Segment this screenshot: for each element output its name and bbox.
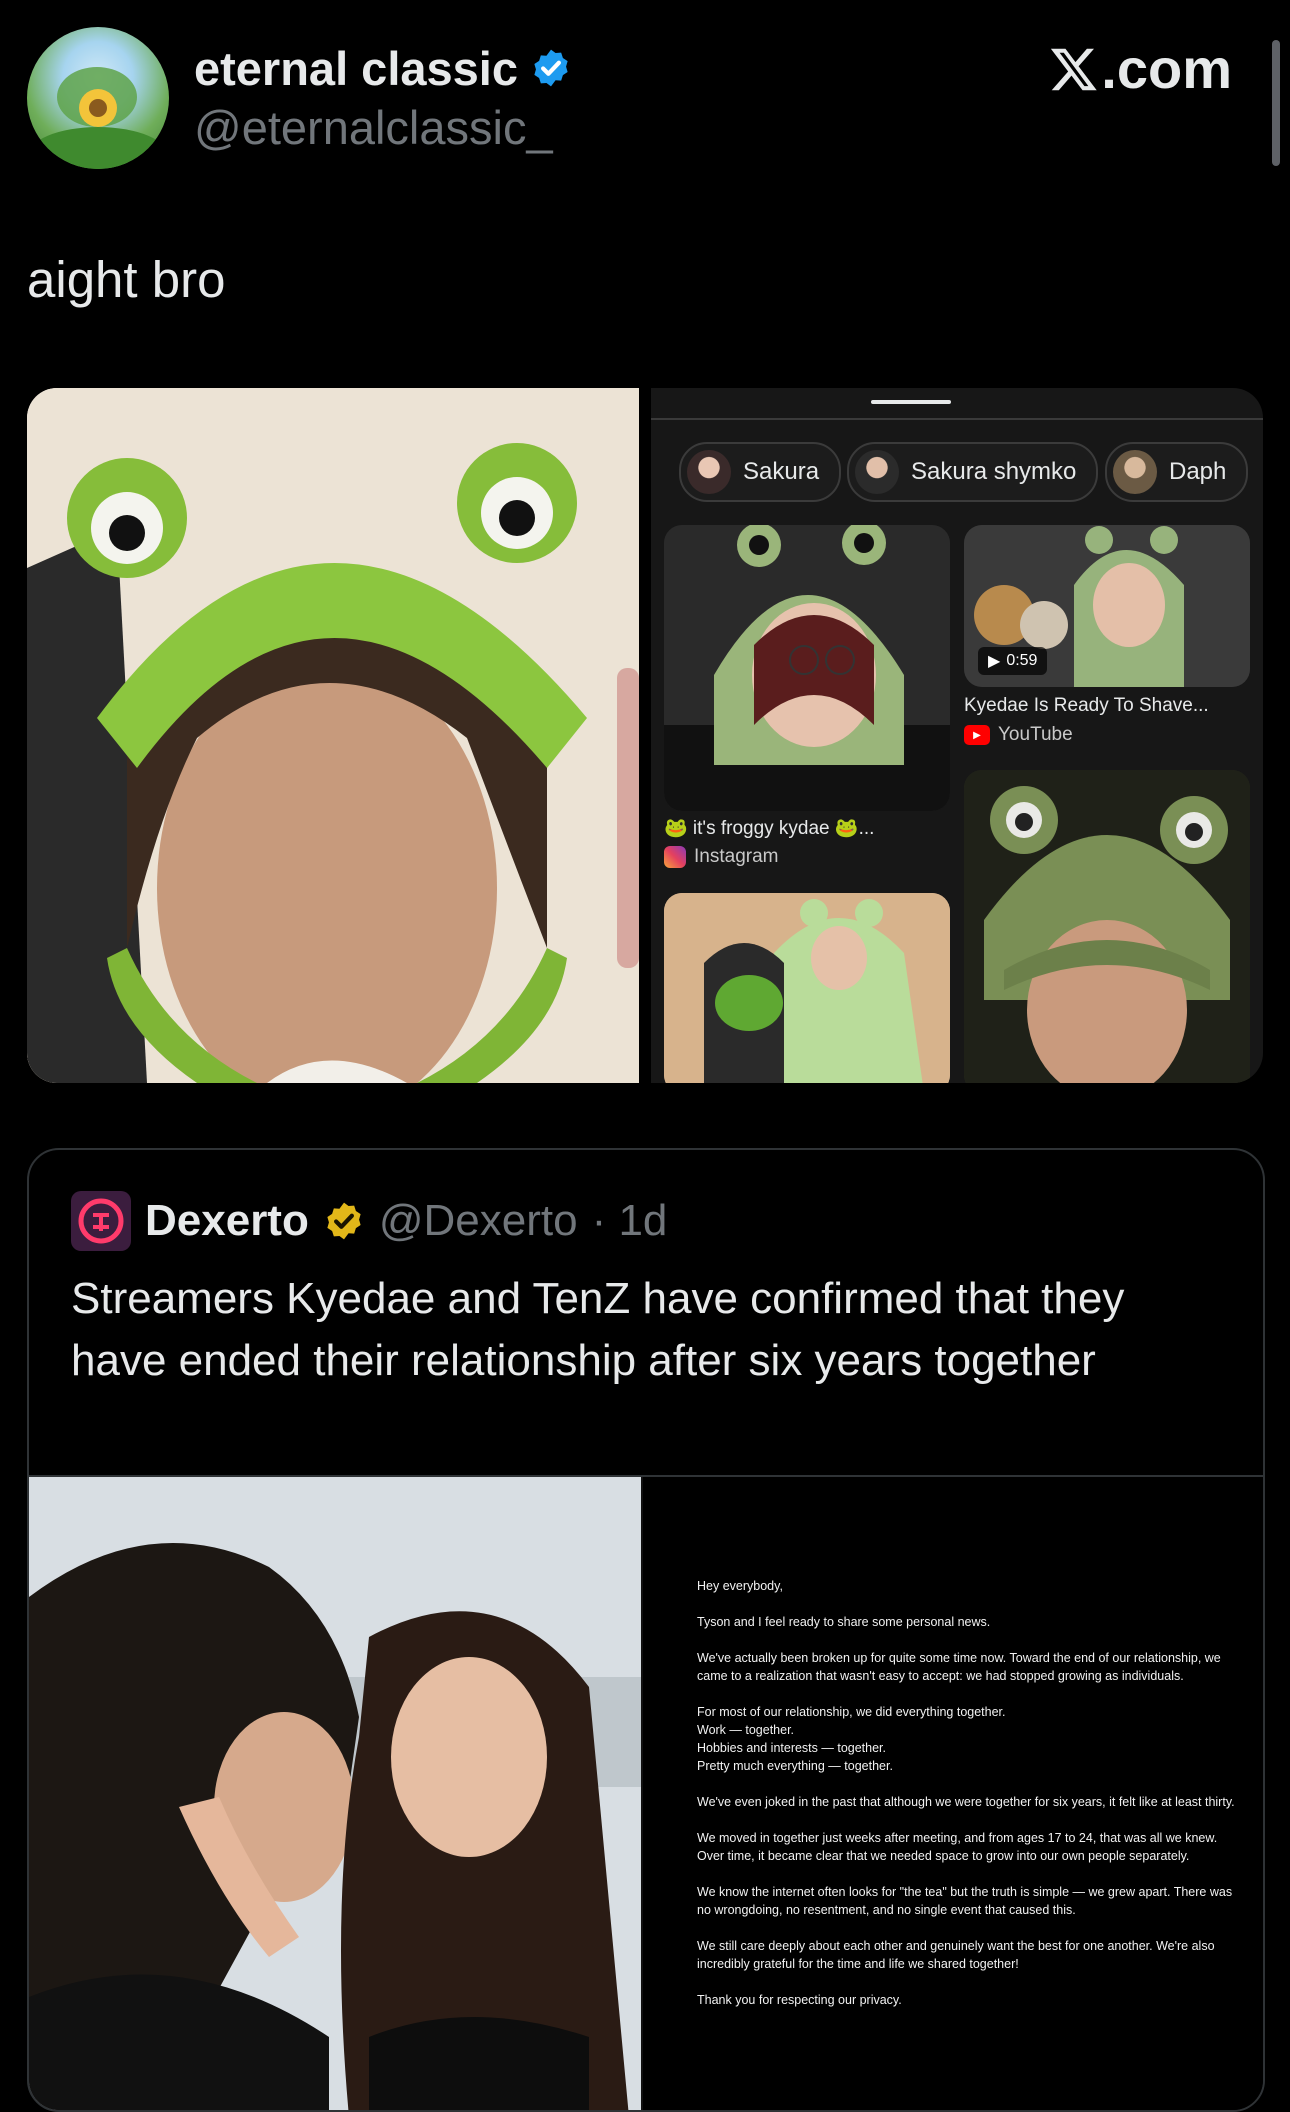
- verified-badge-blue-icon: [534, 49, 568, 87]
- youtube-icon: ▶: [964, 725, 990, 745]
- frog-bucket-hat-thumbnail: [964, 770, 1250, 1083]
- author-avatar[interactable]: [27, 27, 169, 169]
- quote-author-handle[interactable]: @Dexerto: [379, 1196, 578, 1246]
- chip-avatar: [1113, 450, 1157, 494]
- site-label-text: .com: [1101, 37, 1232, 100]
- chip-label: Sakura shymko: [911, 458, 1077, 485]
- quote-header: Dexerto @Dexerto · 1d: [71, 1190, 667, 1252]
- quote-text: Streamers Kyedae and TenZ have confirmed…: [71, 1274, 1125, 1385]
- result-tile-frog-bucket-hat[interactable]: [964, 770, 1250, 1083]
- quote-photo-statement[interactable]: Hey everybody, Tyson and I feel ready to…: [641, 1477, 1263, 2110]
- quote-timestamp[interactable]: · 1d: [592, 1196, 668, 1246]
- chip-avatar: [855, 450, 899, 494]
- scrollbar[interactable]: [1272, 40, 1280, 166]
- duration-label: 0:59: [1006, 652, 1038, 669]
- video-duration: ▶ 0:59: [978, 647, 1048, 675]
- statement-text: Hey everybody, Tyson and I feel ready to…: [697, 1579, 1235, 2007]
- author-name-row: eternal classic: [194, 40, 572, 96]
- froggy-kydae-thumbnail: [664, 525, 950, 811]
- quote-media-grid[interactable]: Hey everybody, Tyson and I feel ready to…: [29, 1475, 1263, 2110]
- tweet-photo-frog-hat[interactable]: [27, 388, 639, 1083]
- frog-hoodie-thumbnail: [664, 893, 950, 1083]
- tabs-divider: [651, 418, 1263, 420]
- result-tile-hoodie[interactable]: [664, 893, 950, 1083]
- chip-label: Sakura: [743, 458, 820, 485]
- active-tab-indicator: [871, 400, 951, 404]
- chip-daph[interactable]: Daph: [1105, 442, 1249, 502]
- quote-author-name[interactable]: Dexerto: [145, 1196, 309, 1246]
- source-label: Instagram: [694, 846, 779, 867]
- tweet-text: aight bro: [27, 251, 226, 308]
- play-icon: ▶: [988, 653, 1001, 670]
- chip-sakura-shymko[interactable]: Sakura shymko: [847, 442, 1099, 502]
- result-title-youtube[interactable]: Kyedae Is Ready To Shave...: [964, 695, 1209, 717]
- chip-sakura[interactable]: Sakura: [679, 442, 842, 502]
- source-label: YouTube: [998, 724, 1073, 745]
- verified-badge-gold-icon: [327, 1202, 361, 1240]
- instagram-icon: [664, 846, 686, 868]
- quote-photo-couple[interactable]: [29, 1477, 641, 2110]
- tweet-media-grid[interactable]: Sakura Sakura shymko Daph 🐸 it's froggy …: [27, 388, 1263, 1083]
- frog-hat-portrait-image: [27, 388, 639, 1083]
- dexerto-logo-icon[interactable]: [71, 1191, 131, 1251]
- couple-photo-image: [29, 1477, 641, 2110]
- result-title-froggy[interactable]: 🐸 it's froggy kydae 🐸...: [664, 816, 874, 840]
- site-label: .com: [1049, 36, 1232, 101]
- result-source-youtube[interactable]: ▶ YouTube: [964, 724, 1073, 746]
- result-source-instagram[interactable]: Instagram: [664, 846, 778, 868]
- chip-avatar: [687, 450, 731, 494]
- result-tile-youtube[interactable]: ▶ 0:59: [964, 525, 1250, 687]
- x-logo-icon: [1051, 48, 1098, 90]
- author-handle[interactable]: @eternalclassic_: [194, 100, 553, 155]
- result-tile-froggy[interactable]: [664, 525, 950, 811]
- author-display-name[interactable]: eternal classic: [194, 41, 518, 96]
- quote-tweet-card[interactable]: Dexerto @Dexerto · 1d Streamers Kyedae a…: [27, 1148, 1265, 2112]
- search-results-screenshot[interactable]: Sakura Sakura shymko Daph 🐸 it's froggy …: [651, 388, 1263, 1083]
- chip-label: Daph: [1169, 458, 1227, 485]
